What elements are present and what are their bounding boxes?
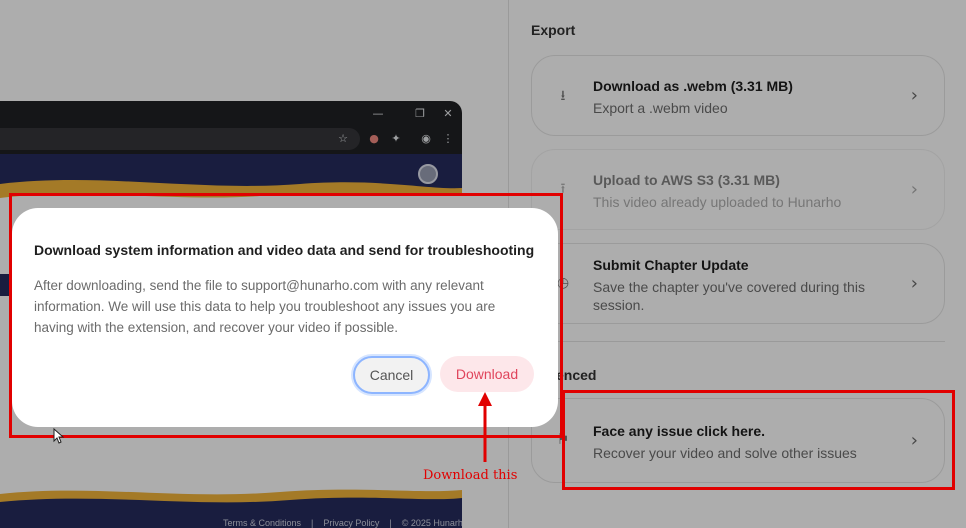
mouse-cursor-icon bbox=[53, 428, 65, 444]
annotation-arrow bbox=[478, 392, 492, 462]
annotation-caption: Download this bbox=[423, 468, 518, 483]
annotation-box-face-issue bbox=[562, 390, 955, 490]
